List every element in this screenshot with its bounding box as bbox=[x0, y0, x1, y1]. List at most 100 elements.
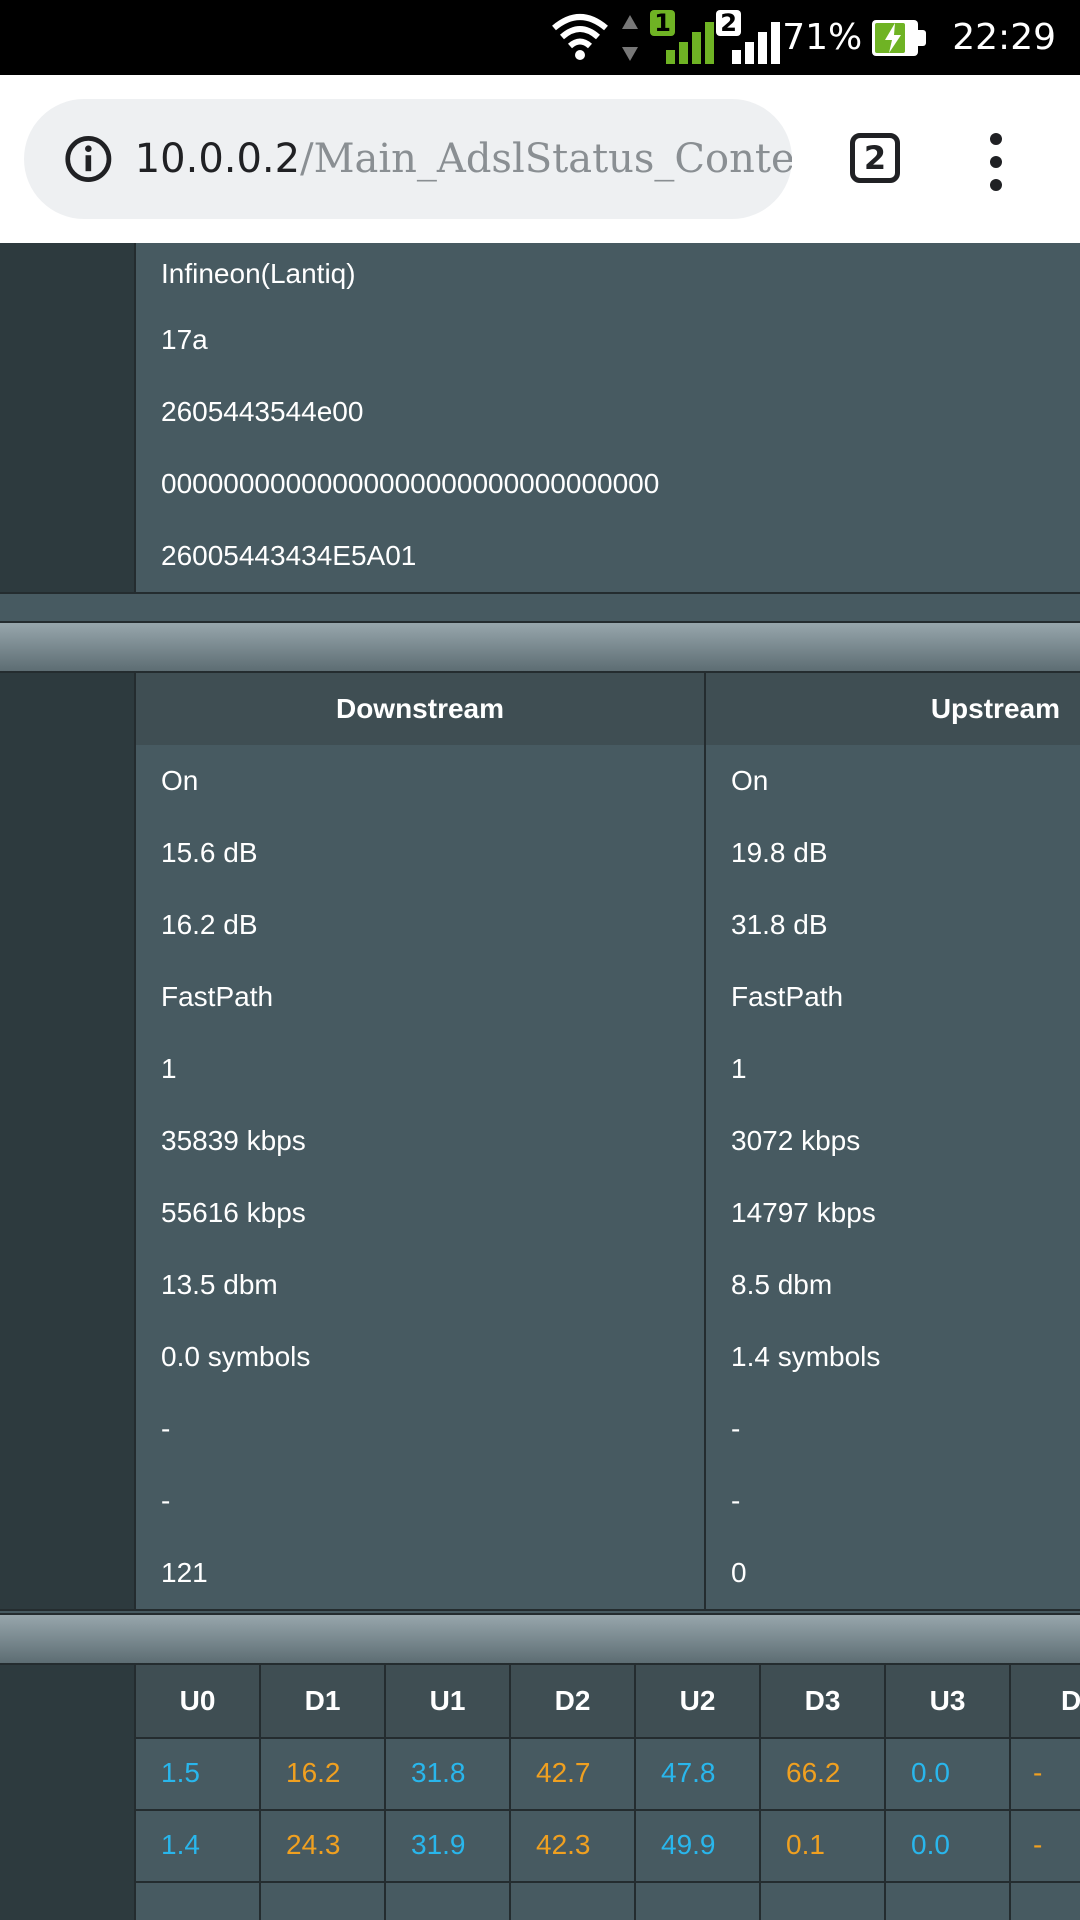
upstream-value: 1.4 symbols bbox=[706, 1321, 1080, 1393]
stats-row: FastPath FastPath bbox=[0, 961, 1080, 1035]
battery-percent: 71% bbox=[782, 17, 863, 58]
section-header-band bbox=[0, 1613, 1080, 1665]
upstream-value: On bbox=[706, 745, 1080, 817]
band-value: 42.7 bbox=[511, 1737, 636, 1809]
row-label-cell bbox=[0, 243, 136, 304]
info-value: Infineon(Lantiq) bbox=[136, 243, 1080, 304]
row-label-cell bbox=[0, 1321, 136, 1393]
info-value: 17a bbox=[136, 304, 1080, 376]
band-header: D1 bbox=[261, 1665, 386, 1737]
band-value: - bbox=[1033, 1757, 1043, 1788]
band-value: 0.0 bbox=[886, 1737, 1011, 1809]
downstream-value: FastPath bbox=[136, 961, 706, 1033]
band-value: 49.9 bbox=[636, 1809, 761, 1881]
info-value: 2605443544e00 bbox=[136, 376, 1080, 448]
band-value: 42.3 bbox=[511, 1809, 636, 1881]
stats-row: 13.5 dbm 8.5 dbm bbox=[0, 1249, 1080, 1323]
downstream-value: 121 bbox=[136, 1537, 706, 1609]
section-header-band bbox=[0, 621, 1080, 673]
downstream-value: - bbox=[136, 1393, 706, 1465]
row-label-cell bbox=[0, 1465, 136, 1537]
band-value: 16.2 bbox=[261, 1737, 386, 1809]
row-label-cell bbox=[0, 1737, 136, 1809]
upstream-value: 14797 kbps bbox=[706, 1177, 1080, 1249]
row-label-cell bbox=[0, 889, 136, 961]
overflow-menu-icon[interactable] bbox=[980, 133, 1012, 191]
info-value: 00000000000000000000000000000000 bbox=[136, 448, 1080, 520]
stats-row: -- bbox=[0, 1465, 1080, 1539]
stats-row: -- bbox=[0, 1393, 1080, 1467]
band-header: U1 bbox=[386, 1665, 511, 1737]
band-value-empty bbox=[761, 1881, 886, 1920]
downstream-value: 0.0 symbols bbox=[136, 1321, 706, 1393]
info-row: 00000000000000000000000000000000 bbox=[0, 448, 1080, 522]
band-header: U2 bbox=[636, 1665, 761, 1737]
stats-row: 11 bbox=[0, 1033, 1080, 1107]
upstream-value: 19.8 dB bbox=[706, 817, 1080, 889]
url-path: /Main_AdslStatus_Content bbox=[300, 136, 792, 182]
row-label-cell bbox=[0, 1177, 136, 1249]
row-label-cell bbox=[0, 1249, 136, 1321]
stats-header-row: Downstream Upstream bbox=[0, 673, 1080, 747]
downstream-value: 1 bbox=[136, 1033, 706, 1105]
band-value: 66.2 bbox=[761, 1737, 886, 1809]
band-header: U0 bbox=[136, 1665, 261, 1737]
clock: 22:29 bbox=[952, 17, 1056, 58]
browser-toolbar: 10.0.0.2/Main_AdslStatus_Content 2 bbox=[0, 75, 1080, 244]
stats-row: 55616 kbps 14797 kbps bbox=[0, 1177, 1080, 1251]
band-row: 1.5 16.2 31.8 42.7 47.8 66.2 0.0 - bbox=[0, 1737, 1080, 1811]
downstream-value: On bbox=[136, 745, 706, 817]
upstream-header: Upstream bbox=[706, 673, 1080, 745]
sim1-signal-icon: 1 bbox=[650, 9, 715, 66]
band-value-empty bbox=[136, 1881, 261, 1920]
row-label-cell bbox=[0, 1665, 136, 1737]
upstream-value: - bbox=[706, 1393, 1080, 1465]
upstream-value: 1 bbox=[706, 1033, 1080, 1105]
downstream-value: 16.2 dB bbox=[136, 889, 706, 961]
row-label-cell bbox=[0, 520, 136, 592]
sim2-signal-icon: 2 bbox=[716, 9, 781, 66]
band-header: D3 bbox=[761, 1665, 886, 1737]
url-host: 10.0.0.2 bbox=[134, 136, 301, 182]
band-value-empty bbox=[636, 1881, 761, 1920]
downstream-header: Downstream bbox=[136, 673, 706, 745]
band-header: D bbox=[1011, 1665, 1080, 1737]
downstream-value: 55616 kbps bbox=[136, 1177, 706, 1249]
band-value: 1.4 bbox=[136, 1809, 261, 1881]
downstream-value: 13.5 dbm bbox=[136, 1249, 706, 1321]
upstream-value: FastPath bbox=[706, 961, 1080, 1033]
band-value: 47.8 bbox=[636, 1737, 761, 1809]
band-value: 31.9 bbox=[386, 1809, 511, 1881]
stats-row: 121 0 bbox=[0, 1537, 1080, 1611]
data-activity-icon bbox=[622, 14, 639, 61]
battery-charging-icon bbox=[872, 19, 928, 56]
band-value: 1.5 bbox=[136, 1737, 261, 1809]
row-label-cell bbox=[0, 304, 136, 376]
info-icon[interactable] bbox=[64, 133, 113, 185]
info-row: Infineon(Lantiq) bbox=[0, 243, 1080, 306]
row-label-cell bbox=[0, 1881, 136, 1920]
stats-row: 15.6 dB 19.8 dB bbox=[0, 817, 1080, 891]
address-bar[interactable]: 10.0.0.2/Main_AdslStatus_Content bbox=[24, 99, 792, 219]
row-label-cell bbox=[0, 1105, 136, 1177]
url-text[interactable]: 10.0.0.2/Main_AdslStatus_Content bbox=[135, 136, 792, 182]
downstream-value: - bbox=[136, 1465, 706, 1537]
row-label-cell bbox=[0, 1393, 136, 1465]
band-value-empty bbox=[886, 1881, 1011, 1920]
wifi-icon bbox=[552, 13, 609, 60]
stats-row: 0.0 symbols 1.4 symbols bbox=[0, 1321, 1080, 1395]
upstream-value: 3072 kbps bbox=[706, 1105, 1080, 1177]
row-label-cell bbox=[0, 961, 136, 1033]
row-label-cell bbox=[0, 1033, 136, 1105]
row-label-cell bbox=[0, 745, 136, 817]
info-value: 26005443434E5A01 bbox=[136, 520, 1080, 592]
band-value: 24.3 bbox=[261, 1809, 386, 1881]
band-value-empty bbox=[511, 1881, 636, 1920]
band-value: 0.1 bbox=[761, 1809, 886, 1881]
downstream-value: 15.6 dB bbox=[136, 817, 706, 889]
info-row: 17a bbox=[0, 304, 1080, 378]
upstream-value: 0 bbox=[706, 1537, 1080, 1609]
tab-switcher-button[interactable]: 2 bbox=[850, 133, 900, 183]
band-row-partial bbox=[0, 1881, 1080, 1920]
stats-row: 35839 kbps 3072 kbps bbox=[0, 1105, 1080, 1179]
